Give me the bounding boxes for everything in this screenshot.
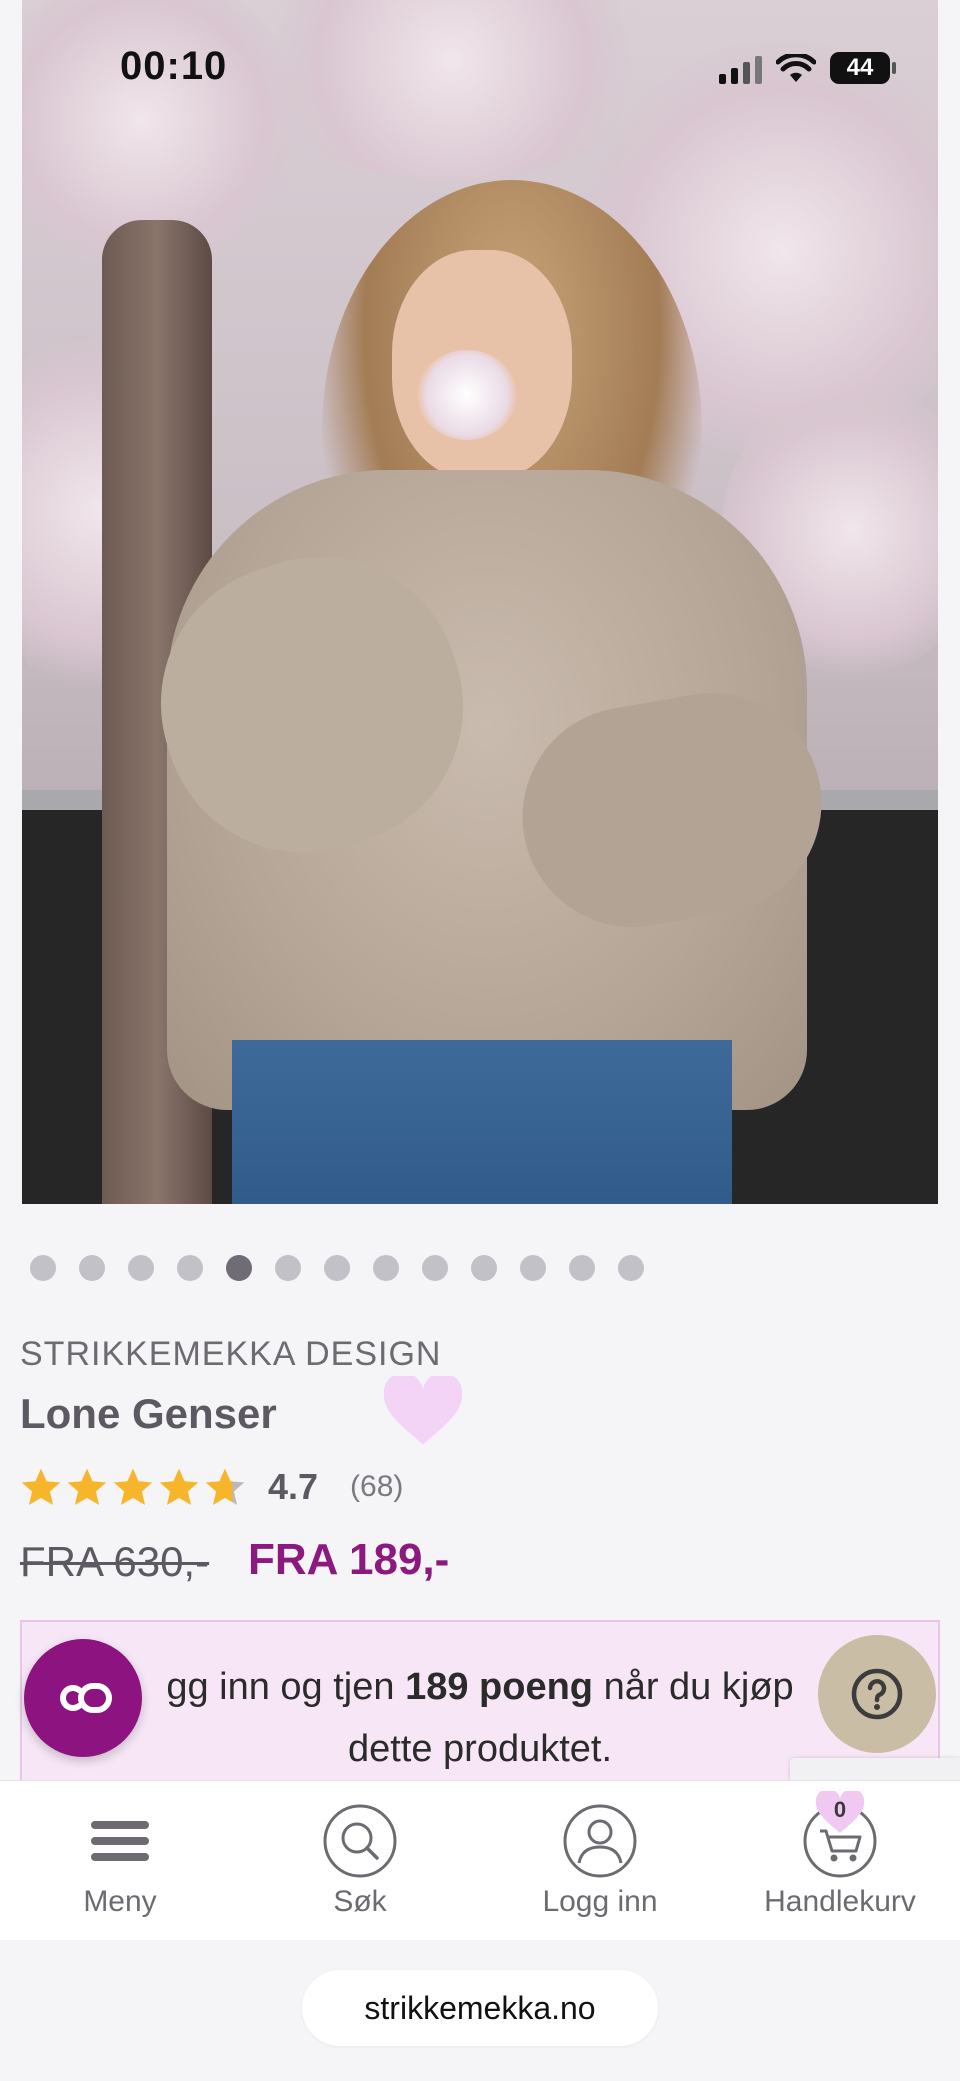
carousel-dot[interactable] (275, 1255, 301, 1281)
star-icon (205, 1468, 245, 1506)
rating-stars (20, 1466, 246, 1508)
status-time: 00:10 (120, 44, 228, 88)
carousel-dot[interactable] (79, 1255, 105, 1281)
nav-search[interactable]: Søk (240, 1781, 480, 1940)
nav-cart-label: Handlekurv (764, 1885, 916, 1918)
co-logo-icon (60, 1683, 112, 1713)
carousel-dot[interactable] (177, 1255, 203, 1281)
product-title: Lone Genser (20, 1390, 277, 1437)
favorite-heart-icon[interactable] (384, 1376, 462, 1448)
nav-search-label: Søk (333, 1885, 387, 1918)
star-icon (21, 1468, 61, 1506)
carousel-dot[interactable] (520, 1255, 546, 1281)
rating-count: (68) (350, 1470, 404, 1503)
price-original: FRA 630,- (20, 1538, 210, 1585)
battery-icon: 44 (830, 52, 896, 84)
carousel-dot[interactable] (226, 1255, 252, 1281)
carousel-dot[interactable] (618, 1255, 644, 1281)
nav-login-label: Logg inn (542, 1885, 658, 1918)
carousel-dot[interactable] (422, 1255, 448, 1281)
points-text-before: gg inn og tjen (166, 1666, 406, 1708)
star-icon (67, 1468, 107, 1506)
user-icon (562, 1803, 638, 1879)
carousel-dot[interactable] (30, 1255, 56, 1281)
points-amount: 189 poeng (405, 1666, 594, 1708)
star-icon (159, 1468, 199, 1506)
points-text-after: når du kjøp (593, 1666, 794, 1708)
blossom-cluster (242, 0, 662, 180)
jeans (232, 1040, 732, 1204)
search-icon (322, 1803, 398, 1879)
star-icon (113, 1468, 153, 1506)
cart-count-badge: 0 (815, 1788, 865, 1835)
co-chat-button[interactable] (24, 1639, 142, 1757)
carousel-dot[interactable] (471, 1255, 497, 1281)
carousel-dot[interactable] (569, 1255, 595, 1281)
hamburger-menu-icon (82, 1803, 158, 1879)
carousel-dots[interactable] (30, 1255, 644, 1281)
flower (417, 350, 517, 440)
wifi-icon (776, 54, 816, 82)
cart-icon: 0 (802, 1788, 878, 1879)
nav-menu[interactable]: Meny (0, 1781, 240, 1940)
carousel-dot[interactable] (324, 1255, 350, 1281)
nav-login[interactable]: Logg inn (480, 1781, 720, 1940)
price-sale: FRA 189,- (248, 1535, 450, 1584)
rating-value: 4.7 (268, 1466, 319, 1507)
product-image[interactable] (22, 0, 938, 1204)
nav-menu-label: Meny (83, 1885, 157, 1918)
bottom-navigation: Meny Søk Logg inn 0 Handlekurv (0, 1780, 960, 1940)
browser-url-bar[interactable]: strikkemekka.no (302, 1970, 658, 2046)
carousel-dot[interactable] (128, 1255, 154, 1281)
help-button[interactable] (818, 1635, 936, 1753)
question-icon (851, 1668, 903, 1720)
points-text-line2: dette produktet. (347, 1728, 613, 1770)
signal-icon (719, 54, 762, 84)
product-rating[interactable]: 4.7 (68) (20, 1466, 403, 1508)
nav-cart[interactable]: 0 Handlekurv (720, 1781, 960, 1940)
product-brand[interactable]: STRIKKEMEKKA DESIGN (20, 1335, 441, 1374)
status-icons: 44 (719, 52, 896, 84)
carousel-dot[interactable] (373, 1255, 399, 1281)
cart-count: 0 (833, 1797, 847, 1822)
